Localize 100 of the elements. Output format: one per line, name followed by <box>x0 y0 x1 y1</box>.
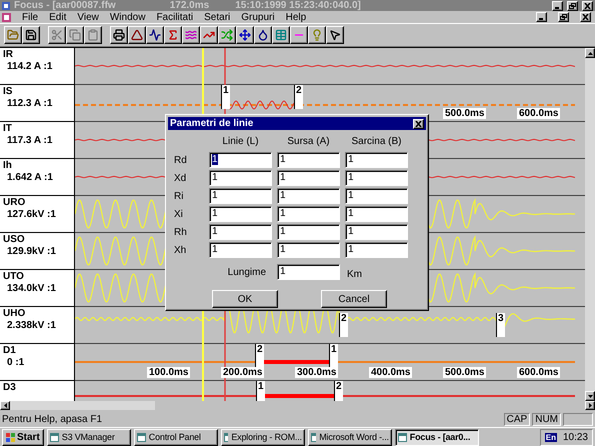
channel-name: IR <box>3 49 14 61</box>
parameter-label: Xi <box>173 208 184 220</box>
language-indicator[interactable]: En <box>544 432 557 442</box>
toolbar-button[interactable] <box>4 26 22 44</box>
channel-name: D3 <box>3 382 17 394</box>
toolbar-button[interactable] <box>200 26 218 44</box>
input-field[interactable]: 1 <box>277 152 340 168</box>
restore-button[interactable] <box>558 12 569 22</box>
event-marker: 1 <box>329 344 338 368</box>
toolbar-button[interactable] <box>164 26 182 44</box>
minimize-button[interactable] <box>536 12 547 22</box>
vertical-scrollbar[interactable] <box>585 48 595 401</box>
waves-icon <box>185 29 197 41</box>
input-field[interactable]: 1 <box>277 170 340 186</box>
toolbar-button[interactable] <box>182 26 200 44</box>
time-axis-label: 600.0ms <box>517 367 560 378</box>
toolbar-button[interactable] <box>290 26 308 44</box>
toolbar-button[interactable] <box>236 26 254 44</box>
channel-reading: 1.642 A :1 <box>6 172 54 184</box>
toolbar-button[interactable] <box>128 26 146 44</box>
window-icon <box>50 432 59 442</box>
input-field[interactable]: 1 <box>345 170 408 186</box>
input-field[interactable]: 1 <box>345 188 408 204</box>
menu-item[interactable]: Help <box>286 12 306 22</box>
scroll-right-button[interactable] <box>585 401 595 410</box>
scroll-left-button[interactable] <box>0 401 10 410</box>
parameter-label: Ri <box>173 190 184 202</box>
input-field[interactable]: 1 <box>209 242 272 258</box>
channel-reading: 112.3 A :1 <box>6 98 54 110</box>
close-icon <box>582 14 589 20</box>
time-axis-label: 100.0ms <box>147 367 190 378</box>
parameter-label: Rd <box>173 154 188 166</box>
input-field[interactable]: 1 <box>209 224 272 240</box>
toolbar-button[interactable] <box>146 26 164 44</box>
close-button[interactable] <box>582 0 593 10</box>
taskbar-button[interactable]: Focus - [aar0... <box>394 428 479 446</box>
scroll-down-button[interactable] <box>585 391 595 401</box>
input-field[interactable]: 1 <box>345 224 408 240</box>
toolbar-button[interactable] <box>22 26 40 44</box>
horizontal-scrollbar[interactable] <box>0 401 155 410</box>
taskbar-button[interactable]: Exploring - ROM... <box>220 428 305 446</box>
channel-name: D1 <box>3 345 17 357</box>
close-icon <box>584 2 591 8</box>
channel-name: UTO <box>3 271 25 283</box>
copy-icon <box>69 29 81 41</box>
move-icon <box>239 29 251 41</box>
toolbar-button[interactable] <box>272 26 290 44</box>
input-field[interactable]: 1 <box>277 264 340 280</box>
toolbar-button[interactable] <box>308 26 326 44</box>
menu-item[interactable]: Window <box>110 12 146 22</box>
close-button[interactable] <box>413 118 424 128</box>
input-field[interactable]: 1 <box>209 188 272 204</box>
maximize-button[interactable] <box>567 0 578 10</box>
input-field[interactable]: 1 <box>345 242 408 258</box>
channel-reading: 2.338kV :1 <box>6 320 57 332</box>
toolbar-button[interactable] <box>66 26 84 44</box>
input-field[interactable]: 1 <box>345 152 408 168</box>
window-icon <box>398 432 407 442</box>
toolbar-button[interactable] <box>84 26 102 44</box>
dialog-button[interactable]: OK <box>212 290 278 308</box>
toolbar-button[interactable] <box>254 26 272 44</box>
folder-icon <box>7 29 19 41</box>
column-header: Sarcina (B) <box>350 136 402 149</box>
scroll-up-button[interactable] <box>585 48 595 58</box>
toolbar-button[interactable] <box>326 26 344 44</box>
toolbar-button[interactable] <box>110 26 128 44</box>
window-icon <box>224 432 228 442</box>
toolbar-button[interactable] <box>48 26 66 44</box>
menu-item[interactable]: View <box>77 12 99 22</box>
dialog-button[interactable]: Cancel <box>321 290 387 308</box>
menu-item[interactable]: Facilitati <box>156 12 194 22</box>
unit-label: Km <box>346 268 363 280</box>
input-field[interactable]: 1 <box>209 206 272 222</box>
input-field[interactable]: 1 <box>209 170 272 186</box>
start-button[interactable]: Start <box>2 428 44 446</box>
input-field[interactable]: 1 <box>345 206 408 222</box>
menu-item[interactable]: Edit <box>49 12 66 22</box>
pulse-icon <box>149 29 161 41</box>
channel-reading: 129.9kV :1 <box>6 246 57 258</box>
taskbar-button[interactable]: Microsoft Word -... <box>308 428 392 446</box>
input-field[interactable]: 1 <box>277 224 340 240</box>
menu-item[interactable]: File <box>22 12 38 22</box>
menu-item[interactable]: Grupuri <box>241 12 275 22</box>
toolbar-button[interactable] <box>218 26 236 44</box>
input-field[interactable]: 1 <box>277 188 340 204</box>
event-marker: 1 <box>256 381 265 401</box>
channel-name: USO <box>3 234 26 246</box>
input-field[interactable]: 1 <box>277 206 340 222</box>
parameter-label: Xh <box>173 244 188 256</box>
close-button[interactable] <box>580 12 591 22</box>
taskbar-button[interactable]: S3 VManager <box>46 428 131 446</box>
down-arrow-icon <box>588 394 592 398</box>
column-header: Linie (L) <box>221 136 260 149</box>
menu-item[interactable]: Setari <box>204 12 230 22</box>
minimize-button[interactable] <box>552 0 563 10</box>
channel-reading: 134.0kV :1 <box>6 283 57 295</box>
input-field[interactable]: 1 <box>209 152 272 168</box>
input-field[interactable]: 1 <box>277 242 340 258</box>
taskbar-button[interactable]: Control Panel <box>134 428 218 446</box>
channel-name: Ih <box>3 160 13 172</box>
